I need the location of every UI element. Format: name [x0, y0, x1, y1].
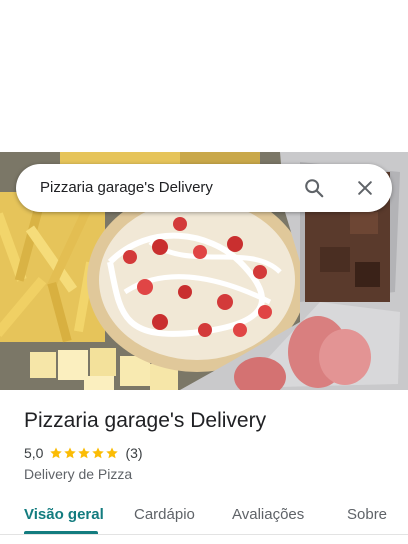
tab-about[interactable]: Sobre [347, 506, 387, 523]
star-icon [106, 447, 119, 459]
search-button[interactable] [298, 172, 330, 204]
tab-overview[interactable]: Visão geral [24, 506, 104, 523]
star-icon [50, 447, 63, 459]
star-icon [92, 447, 105, 459]
place-title: Pizzaria garage's Delivery [24, 409, 267, 432]
map-blank-area [0, 0, 408, 152]
rating-stars [49, 446, 119, 460]
rating-value: 5,0 [24, 445, 44, 461]
tab-menu[interactable]: Cardápio [134, 506, 195, 523]
close-button[interactable] [349, 172, 381, 204]
search-bar[interactable]: Pizzaria garage's Delivery [16, 164, 392, 212]
review-count[interactable]: (3) [125, 445, 142, 461]
star-icon [78, 447, 91, 459]
rating-row[interactable]: 5,0 (3) [24, 444, 143, 462]
tab-reviews[interactable]: Avaliações [232, 506, 304, 523]
place-category[interactable]: Delivery de Pizza [24, 466, 132, 482]
close-icon [358, 181, 372, 195]
search-input[interactable]: Pizzaria garage's Delivery [40, 164, 213, 212]
tabs-divider [0, 534, 408, 535]
place-tabs: Visão geral Cardápio Avaliações Sobre [0, 498, 408, 544]
search-icon [305, 179, 324, 198]
star-icon [64, 447, 77, 459]
